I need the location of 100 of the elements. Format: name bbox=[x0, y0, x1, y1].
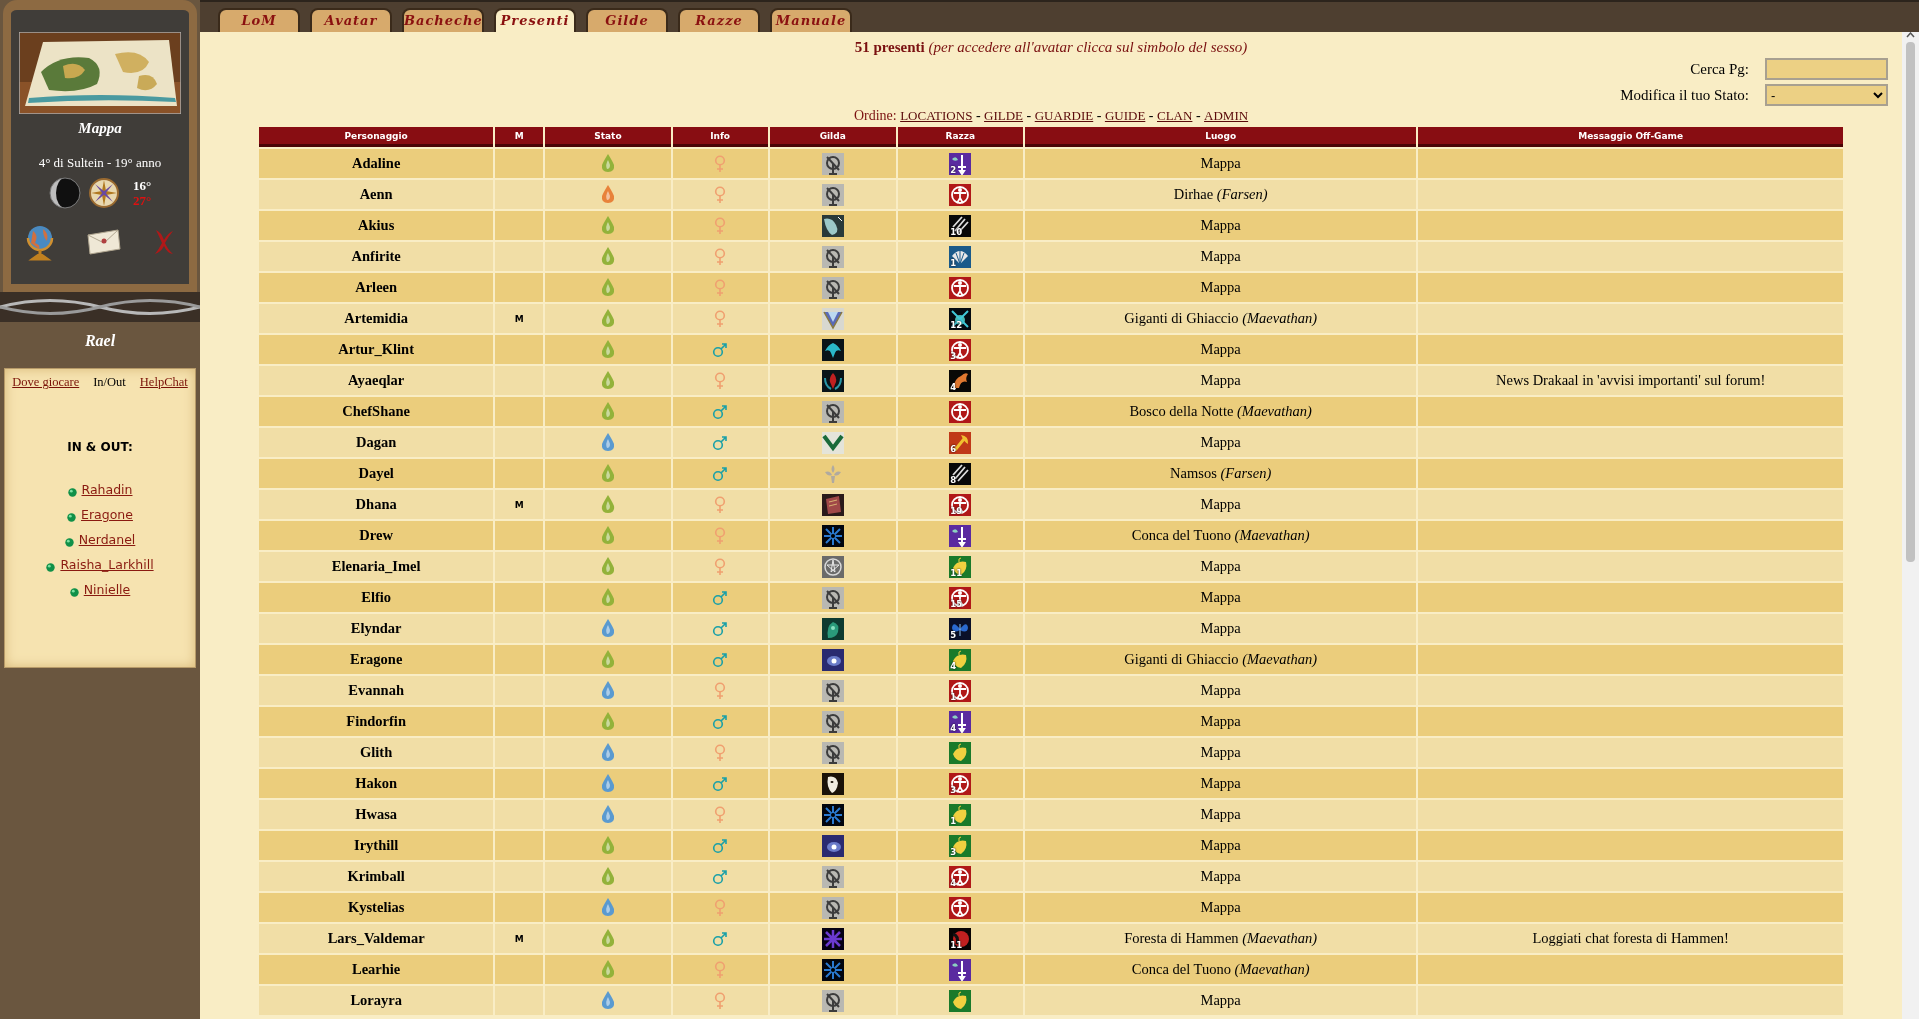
sort-link[interactable]: GUIDE bbox=[1104, 108, 1146, 123]
axe-icon[interactable] bbox=[949, 431, 972, 454]
sidebar-link[interactable]: HelpChat bbox=[139, 375, 188, 390]
character-name: Evannah bbox=[259, 676, 494, 705]
crossed-swords-icon[interactable] bbox=[949, 307, 972, 330]
tab[interactable]: Razze bbox=[678, 8, 760, 32]
emblem-icon[interactable] bbox=[821, 741, 844, 764]
sidebar-link[interactable]: Dove giocare bbox=[12, 375, 80, 390]
leaf-icon[interactable] bbox=[949, 803, 972, 826]
figure-icon[interactable] bbox=[949, 772, 972, 795]
sword-icon[interactable] bbox=[949, 524, 972, 547]
race-level: 11 bbox=[950, 940, 963, 950]
mask-icon[interactable] bbox=[821, 772, 844, 795]
figure-icon[interactable] bbox=[949, 679, 972, 702]
sort-link[interactable]: GILDE bbox=[984, 108, 1024, 123]
phoenix-icon[interactable] bbox=[821, 369, 844, 392]
player-link[interactable]: Eragone bbox=[81, 507, 133, 522]
column-header[interactable]: Personaggio bbox=[259, 127, 494, 147]
tab[interactable]: Presenti bbox=[494, 8, 576, 32]
envelope-icon[interactable] bbox=[86, 229, 122, 255]
claw-marks-icon[interactable] bbox=[949, 462, 972, 485]
emblem-icon[interactable] bbox=[821, 710, 844, 733]
emblem-icon[interactable] bbox=[821, 183, 844, 206]
leaf-icon[interactable] bbox=[949, 648, 972, 671]
claw-marks-icon[interactable] bbox=[949, 214, 972, 237]
tab[interactable]: Gilde bbox=[586, 8, 668, 32]
race-level: 4 bbox=[950, 661, 957, 671]
status-dropdown[interactable]: - bbox=[1765, 84, 1888, 106]
search-field[interactable] bbox=[1765, 58, 1888, 80]
snowflake-icon[interactable] bbox=[821, 803, 844, 826]
player-link[interactable]: Raisha_Larkhill bbox=[60, 557, 154, 572]
tab[interactable]: LoM bbox=[218, 8, 300, 32]
figure-icon[interactable] bbox=[949, 183, 972, 206]
tab[interactable]: Avatar bbox=[310, 8, 392, 32]
location-cell: Mappa bbox=[1024, 769, 1417, 798]
moon-icon[interactable] bbox=[949, 927, 972, 950]
figure-icon[interactable] bbox=[949, 896, 972, 919]
spirit-icon[interactable] bbox=[821, 617, 844, 640]
figure-icon[interactable] bbox=[949, 338, 972, 361]
column-header[interactable]: Stato bbox=[545, 127, 671, 147]
character-name: Glith bbox=[259, 738, 494, 767]
column-header[interactable]: Messaggio Off-Game bbox=[1418, 127, 1843, 147]
location-cell: Mappa bbox=[1024, 862, 1417, 891]
figure-icon[interactable] bbox=[949, 865, 972, 888]
character-name: Artemidia bbox=[259, 304, 494, 333]
emblem-icon[interactable] bbox=[821, 865, 844, 888]
book-icon[interactable] bbox=[821, 493, 844, 516]
butterfly-icon[interactable] bbox=[949, 617, 972, 640]
dragon-icon[interactable] bbox=[949, 369, 972, 392]
emblem-icon[interactable] bbox=[821, 586, 844, 609]
character-name: Ayaeqlar bbox=[259, 366, 494, 395]
player-link[interactable]: Rahadin bbox=[81, 482, 133, 497]
sort-link[interactable]: CLAN bbox=[1157, 108, 1193, 123]
leaf-icon[interactable] bbox=[949, 834, 972, 857]
crystal-icon[interactable] bbox=[821, 214, 844, 237]
separator: - bbox=[1195, 108, 1201, 123]
emblem-icon[interactable] bbox=[821, 152, 844, 175]
diamond-icon[interactable] bbox=[821, 307, 844, 330]
location-cell: Bosco della Notte (Maevathan) bbox=[1024, 397, 1417, 426]
sword-icon[interactable] bbox=[949, 958, 972, 981]
sword-icon[interactable] bbox=[949, 152, 972, 175]
chevron-icon[interactable] bbox=[821, 431, 844, 454]
emblem-icon[interactable] bbox=[821, 989, 844, 1012]
scroll-up-icon[interactable] bbox=[1906, 32, 1915, 38]
sort-link[interactable]: LOCATIONS bbox=[900, 108, 973, 123]
sword-icon[interactable] bbox=[949, 710, 972, 733]
column-header[interactable]: Luogo bbox=[1024, 127, 1417, 147]
snowflake-icon[interactable] bbox=[821, 524, 844, 547]
column-header[interactable]: Info bbox=[672, 127, 768, 147]
race-level: 12 bbox=[950, 320, 963, 330]
player-link[interactable]: Ninielle bbox=[83, 582, 131, 597]
nebula-icon[interactable] bbox=[821, 834, 844, 857]
nebula-icon[interactable] bbox=[821, 648, 844, 671]
location-cell: Giganti di Ghiaccio (Maevathan) bbox=[1024, 304, 1417, 333]
sort-link[interactable]: GUARDIE bbox=[1034, 108, 1094, 123]
globe-icon[interactable] bbox=[25, 223, 55, 261]
emblem-icon[interactable] bbox=[821, 896, 844, 919]
column-header[interactable]: M bbox=[495, 127, 544, 147]
leaf-icon[interactable] bbox=[949, 741, 972, 764]
column-header[interactable]: Gilda bbox=[769, 127, 896, 147]
emblem-icon[interactable] bbox=[821, 245, 844, 268]
snowflake-icon[interactable] bbox=[821, 958, 844, 981]
snowflake-icon[interactable] bbox=[821, 927, 844, 950]
tab[interactable]: Bacheche bbox=[402, 8, 484, 32]
emblem-icon[interactable] bbox=[821, 400, 844, 423]
phoenix-icon[interactable] bbox=[821, 338, 844, 361]
figure-icon[interactable] bbox=[949, 400, 972, 423]
tab[interactable]: Manuale bbox=[770, 8, 852, 32]
scrollbar[interactable] bbox=[1902, 32, 1919, 1019]
leaf-icon[interactable] bbox=[949, 989, 972, 1012]
column-header[interactable]: Razza bbox=[897, 127, 1023, 147]
shell-icon[interactable] bbox=[949, 245, 972, 268]
emblem-icon[interactable] bbox=[821, 679, 844, 702]
player-link[interactable]: Nerdanel bbox=[78, 532, 136, 547]
sidebar-link[interactable]: In/Out bbox=[93, 375, 126, 390]
location-cell: Mappa bbox=[1024, 335, 1417, 364]
pentagram-icon[interactable] bbox=[821, 555, 844, 578]
figure-icon[interactable] bbox=[949, 276, 972, 299]
sort-link[interactable]: ADMIN bbox=[1204, 108, 1249, 123]
emblem-icon[interactable] bbox=[821, 276, 844, 299]
